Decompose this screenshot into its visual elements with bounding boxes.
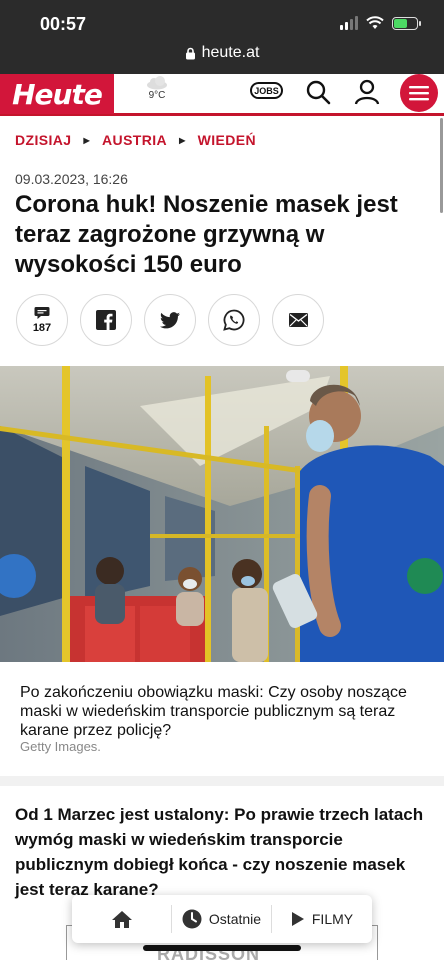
scroll-indicator[interactable]: [440, 118, 443, 213]
address-bar[interactable]: heute.at: [0, 44, 444, 62]
share-bar: 187: [16, 294, 324, 346]
whatsapp-share-button[interactable]: [208, 294, 260, 346]
hamburger-icon: [409, 86, 429, 101]
photo-caption: Po zakończeniu obowiązku maski: Czy osob…: [20, 684, 407, 739]
recent-button[interactable]: Ostatnie: [172, 905, 272, 933]
twitter-icon: [160, 311, 180, 328]
films-label: FILMY: [311, 911, 354, 927]
lock-icon: [185, 47, 195, 59]
clock-icon: [182, 909, 202, 929]
section-divider: [0, 776, 444, 786]
comment-icon: [34, 307, 50, 319]
home-indicator[interactable]: [143, 945, 301, 951]
cloud-icon: [147, 76, 167, 90]
clock: 00:57: [40, 14, 87, 34]
breadcrumb-separator-icon: ▶: [83, 135, 91, 145]
bottom-navigation: Ostatnie FILMY: [72, 895, 372, 943]
breadcrumb-separator-icon: ▶: [179, 135, 186, 145]
wifi-icon: [366, 16, 384, 29]
battery-icon: [392, 16, 421, 30]
facebook-icon: [96, 310, 116, 330]
breadcrumb-item-wieden[interactable]: WIEDEŃ: [198, 132, 256, 148]
films-button[interactable]: FILMY: [272, 905, 372, 933]
article-date: 09.03.2023, 16:26: [15, 171, 128, 187]
recent-label: Ostatnie: [208, 911, 262, 927]
user-icon[interactable]: [353, 78, 381, 106]
system-icons: [340, 16, 421, 30]
search-icon[interactable]: [304, 78, 332, 106]
article-photo[interactable]: [0, 366, 444, 662]
home-icon: [111, 910, 132, 928]
weather-widget[interactable]: 9°C: [140, 76, 174, 101]
menu-button[interactable]: [400, 74, 438, 112]
photo-credit: Getty Images.: [20, 739, 101, 754]
home-button[interactable]: [72, 905, 172, 933]
weather-temperature: 9°C: [148, 90, 166, 101]
mail-icon: [288, 313, 308, 327]
heute-logo[interactable]: Heute: [0, 74, 114, 114]
whatsapp-icon: [223, 309, 245, 331]
email-share-button[interactable]: [272, 294, 324, 346]
play-icon: [291, 912, 304, 926]
subway-masks-photo: [0, 366, 444, 662]
twitter-share-button[interactable]: [144, 294, 196, 346]
site-header: Heute 9°C JOBS: [0, 74, 444, 116]
url-text: heute.at: [201, 44, 260, 61]
comments-button[interactable]: 187: [16, 294, 68, 346]
breadcrumb-item-dzisiaj[interactable]: DZISIAJ: [15, 132, 71, 148]
cellular-signal-icon: [340, 16, 358, 30]
comment-count: 187: [32, 322, 52, 334]
article-lead: Od 1 Marzec jest ustalony: Po prawie trz…: [15, 805, 424, 899]
article-title: Corona huk! Noszenie masek jest teraz za…: [15, 191, 398, 278]
breadcrumb-item-austria[interactable]: AUSTRIA: [102, 132, 167, 148]
jobs-button[interactable]: JOBS: [250, 82, 283, 99]
facebook-share-button[interactable]: [80, 294, 132, 346]
breadcrumb: DZISIAJ ▶ AUSTRIA ▶ WIEDEŃ: [15, 132, 256, 148]
status-bar: 00:57 heute.at: [0, 0, 444, 74]
